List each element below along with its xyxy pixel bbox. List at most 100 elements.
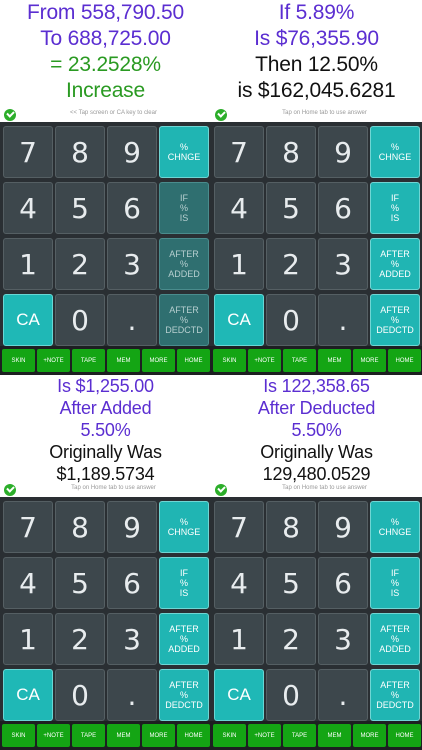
decimal-key[interactable]: . [107, 669, 157, 721]
digit-key-2[interactable]: 2 [266, 613, 316, 665]
key-label: AFTER [380, 249, 410, 259]
after-percent-added-key[interactable]: AFTER% ADDED [159, 238, 209, 290]
digit-key-5[interactable]: 5 [55, 557, 105, 609]
digit-key-0[interactable]: 0 [55, 294, 105, 346]
percent-change-key[interactable]: % CHNGE [370, 126, 420, 178]
result-display[interactable]: Is 122,358.65 After Deducted 5.50% Original… [211, 375, 422, 484]
digit-key-0[interactable]: 0 [266, 294, 316, 346]
tab-mem[interactable]: MEM [318, 349, 351, 372]
digit-key-9[interactable]: 9 [318, 501, 368, 553]
digit-key-5[interactable]: 5 [266, 182, 316, 234]
if-percent-is-key[interactable]: IF% IS [370, 557, 420, 609]
clear-all-key[interactable]: CA [214, 669, 264, 721]
digit-key-4[interactable]: 4 [3, 557, 53, 609]
decimal-key[interactable]: . [318, 294, 368, 346]
tab-plus-note[interactable]: +NOTE [248, 349, 281, 372]
digit-key-9[interactable]: 9 [318, 126, 368, 178]
digit-key-3[interactable]: 3 [318, 238, 368, 290]
digit-key-7[interactable]: 7 [3, 126, 53, 178]
digit-key-6[interactable]: 6 [318, 182, 368, 234]
result-display[interactable]: Is $1,255.00 After Added 5.50% Originally W… [0, 375, 211, 484]
key-label: % [179, 259, 188, 269]
after-percent-deducted-key[interactable]: AFTER% DEDCTD [370, 669, 420, 721]
display-line: Is $76,355.90 [254, 27, 379, 50]
digit-key-9[interactable]: 9 [107, 501, 157, 553]
digit-key-3[interactable]: 3 [107, 613, 157, 665]
tab-skin[interactable]: SKIN [2, 349, 35, 372]
tab-plus-note[interactable]: +NOTE [37, 724, 70, 747]
digit-key-6[interactable]: 6 [318, 557, 368, 609]
digit-key-5[interactable]: 5 [55, 182, 105, 234]
tab-home[interactable]: HOME [177, 724, 210, 747]
tab-mem[interactable]: MEM [107, 349, 140, 372]
tab-mem[interactable]: MEM [318, 724, 351, 747]
digit-key-6[interactable]: 6 [107, 557, 157, 609]
tab-skin[interactable]: SKIN [213, 349, 246, 372]
key-label: % [390, 142, 399, 152]
if-percent-is-key[interactable]: IF% IS [159, 557, 209, 609]
result-display[interactable]: If 5.89% Is $76,355.90 Then 12.50% is $162,… [211, 0, 422, 108]
digit-key-0[interactable]: 0 [55, 669, 105, 721]
tab-more[interactable]: MORE [353, 724, 386, 747]
clear-all-key[interactable]: CA [214, 294, 264, 346]
tab-more[interactable]: MORE [142, 349, 175, 372]
digit-key-3[interactable]: 3 [107, 238, 157, 290]
digit-key-1[interactable]: 1 [3, 613, 53, 665]
digit-key-9[interactable]: 9 [107, 126, 157, 178]
after-percent-added-key[interactable]: AFTER% ADDED [370, 238, 420, 290]
percent-change-key[interactable]: % CHNGE [370, 501, 420, 553]
digit-key-3[interactable]: 3 [318, 613, 368, 665]
digit-key-5[interactable]: 5 [266, 557, 316, 609]
key-label: DEDCTD [376, 700, 414, 710]
digit-key-4[interactable]: 4 [214, 557, 264, 609]
percent-change-key[interactable]: % CHNGE [159, 501, 209, 553]
key-label: % [390, 578, 399, 588]
digit-key-6[interactable]: 6 [107, 182, 157, 234]
if-percent-is-key[interactable]: IF% IS [370, 182, 420, 234]
digit-key-8[interactable]: 8 [55, 126, 105, 178]
tab-skin[interactable]: SKIN [213, 724, 246, 747]
digit-key-1[interactable]: 1 [214, 613, 264, 665]
tab-more[interactable]: MORE [142, 724, 175, 747]
tab-tape[interactable]: TAPE [283, 349, 316, 372]
if-percent-is-key[interactable]: IF% IS [159, 182, 209, 234]
digit-key-7[interactable]: 7 [214, 501, 264, 553]
digit-key-4[interactable]: 4 [214, 182, 264, 234]
decimal-key[interactable]: . [318, 669, 368, 721]
digit-key-8[interactable]: 8 [55, 501, 105, 553]
after-percent-deducted-key[interactable]: AFTER% DEDCTD [370, 294, 420, 346]
display-line: 129,480.0529 [262, 464, 371, 484]
digit-key-0[interactable]: 0 [266, 669, 316, 721]
digit-key-7[interactable]: 7 [3, 501, 53, 553]
tab-more[interactable]: MORE [353, 349, 386, 372]
tab-home[interactable]: HOME [388, 724, 421, 747]
tab-tape[interactable]: TAPE [283, 724, 316, 747]
clear-all-key[interactable]: CA [3, 294, 53, 346]
digit-key-1[interactable]: 1 [214, 238, 264, 290]
tab-skin[interactable]: SKIN [2, 724, 35, 747]
tab-plus-note[interactable]: +NOTE [248, 724, 281, 747]
result-display[interactable]: From 558,790.50 To 688,725.00 = 23.2528% In… [0, 0, 211, 108]
after-percent-added-key[interactable]: AFTER% ADDED [159, 613, 209, 665]
digit-key-4[interactable]: 4 [3, 182, 53, 234]
clear-all-key[interactable]: CA [3, 669, 53, 721]
tab-home[interactable]: HOME [177, 349, 210, 372]
after-percent-deducted-key[interactable]: AFTER% DEDCTD [159, 669, 209, 721]
digit-key-8[interactable]: 8 [266, 501, 316, 553]
tab-plus-note[interactable]: +NOTE [37, 349, 70, 372]
tab-tape[interactable]: TAPE [72, 349, 105, 372]
digit-key-1[interactable]: 1 [3, 238, 53, 290]
key-label: % [390, 259, 399, 269]
digit-key-8[interactable]: 8 [266, 126, 316, 178]
digit-key-2[interactable]: 2 [55, 238, 105, 290]
after-percent-deducted-key[interactable]: AFTER% DEDCTD [159, 294, 209, 346]
tab-home[interactable]: HOME [388, 349, 421, 372]
digit-key-2[interactable]: 2 [266, 238, 316, 290]
decimal-key[interactable]: . [107, 294, 157, 346]
percent-change-key[interactable]: % CHNGE [159, 126, 209, 178]
after-percent-added-key[interactable]: AFTER% ADDED [370, 613, 420, 665]
tab-tape[interactable]: TAPE [72, 724, 105, 747]
digit-key-7[interactable]: 7 [214, 126, 264, 178]
digit-key-2[interactable]: 2 [55, 613, 105, 665]
tab-mem[interactable]: MEM [107, 724, 140, 747]
